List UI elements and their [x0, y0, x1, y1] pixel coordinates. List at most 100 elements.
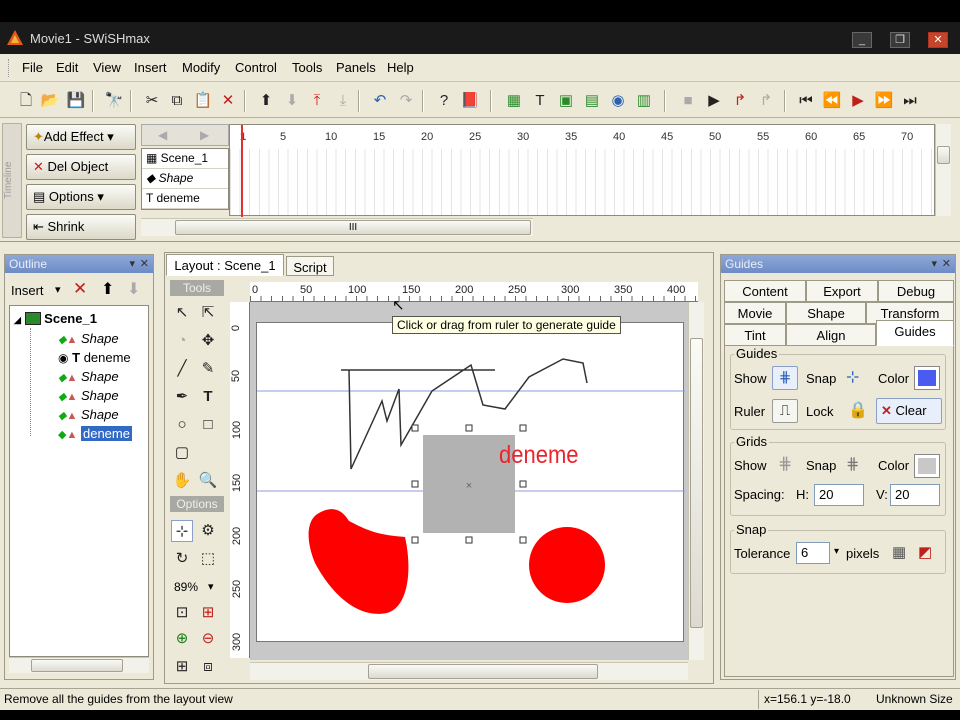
guide-color-swatch[interactable]	[914, 366, 940, 390]
close-panel-icon[interactable]: ✕	[140, 257, 149, 270]
menu-edit[interactable]: Edit	[56, 60, 78, 75]
tab-content[interactable]: Content	[724, 280, 806, 302]
select-tool-icon[interactable]: ↖	[171, 302, 193, 324]
menu-tools[interactable]: Tools	[292, 60, 322, 75]
panel-menu-icon[interactable]: ▾	[129, 257, 135, 270]
open-folder-icon[interactable]: 📂	[40, 91, 60, 111]
last-frame-icon[interactable]: ⏭	[900, 91, 920, 111]
zoom-level[interactable]: 89%	[174, 580, 198, 594]
next-frame-icon[interactable]: ⏩	[874, 91, 894, 111]
move-down-icon[interactable]: ⬇	[127, 279, 140, 299]
zoom-chevron-icon[interactable]: ▾	[208, 580, 214, 593]
spacing-v-input[interactable]: 20	[890, 484, 940, 506]
paste-icon[interactable]: 📋	[193, 91, 213, 111]
snap-grid-icon[interactable]: ⋕	[846, 454, 859, 474]
zoom-in-icon[interactable]: ⊕	[171, 628, 193, 650]
play-scene-icon[interactable]: ↱	[756, 91, 776, 111]
insert-chevron-icon[interactable]: ▾	[55, 283, 61, 296]
outline-hscroll[interactable]	[9, 657, 149, 673]
tolerance-input[interactable]: 6	[796, 542, 830, 564]
timeline-frames[interactable]: 1 5 10 15 20 25 30 35 40 45 50 55 60 65 …	[229, 124, 935, 217]
tab-guides[interactable]: Guides	[876, 320, 954, 346]
close-window-button[interactable]: ✕	[928, 32, 948, 48]
stop-icon[interactable]: ■	[678, 91, 698, 111]
undo-icon[interactable]: ↶	[370, 91, 390, 111]
rectangle-tool-icon[interactable]: □	[197, 414, 219, 436]
layout-vscroll[interactable]	[688, 302, 704, 660]
snap-pixel-icon[interactable]: ▦	[892, 543, 906, 561]
pen-tool-icon[interactable]: ✒	[171, 386, 193, 408]
restore-button[interactable]: ❐	[890, 32, 910, 48]
menu-help[interactable]: Help	[387, 60, 414, 75]
menu-control[interactable]: Control	[235, 60, 277, 75]
menu-modify[interactable]: Modify	[182, 60, 220, 75]
tab-shape[interactable]: Shape	[786, 302, 866, 324]
timeline-vscroll[interactable]	[935, 124, 951, 216]
snap-guides-icon[interactable]: ⊹	[846, 367, 859, 387]
cut-icon[interactable]: ✂	[142, 91, 162, 111]
find-icon[interactable]: 🔭	[104, 91, 124, 111]
menu-insert[interactable]: Insert	[134, 60, 167, 75]
tab-tint[interactable]: Tint	[724, 324, 786, 346]
text-object-deneme[interactable]: deneme	[499, 441, 579, 470]
vertical-ruler[interactable]: 0 50 100 150 200 250 300	[230, 302, 250, 658]
snap-object-icon[interactable]: ◩	[918, 543, 932, 561]
tab-movie[interactable]: Movie	[724, 302, 786, 324]
menu-panels[interactable]: Panels	[336, 60, 376, 75]
send-backward-icon[interactable]: ⬇	[282, 91, 302, 111]
minimize-button[interactable]: _	[852, 32, 872, 48]
layout-hscroll[interactable]	[250, 662, 688, 680]
tree-item[interactable]: ◉ T deneme	[58, 348, 131, 367]
horizontal-ruler[interactable]: 0 50 100 150 200 250 300 350 400	[250, 282, 698, 302]
tab-align[interactable]: Align	[786, 324, 876, 346]
play-icon[interactable]: ▶	[704, 91, 724, 111]
menu-view[interactable]: View	[93, 60, 121, 75]
delete-icon[interactable]: ✕	[218, 91, 238, 111]
show-guides-toggle[interactable]: ⋕	[772, 366, 798, 390]
insert-scene-icon[interactable]: ▦	[504, 91, 524, 111]
insert-image-icon[interactable]: ▣	[556, 91, 576, 111]
new-file-icon[interactable]: 🗋	[16, 91, 36, 111]
pencil-tool-icon[interactable]: ✎	[197, 358, 219, 380]
tree-item-selected[interactable]: ◆▲ deneme	[58, 424, 132, 443]
prev-frame-icon[interactable]: ⏪	[822, 91, 842, 111]
timeline-forward-icon[interactable]: ▶	[200, 128, 209, 142]
rotate-icon[interactable]: ↻	[171, 548, 193, 570]
zoom-100-icon[interactable]: ⊞	[197, 602, 219, 624]
motion-path-icon[interactable]: ✥	[197, 330, 219, 352]
copy-icon[interactable]: ⧉	[167, 91, 187, 111]
play-effect-icon[interactable]: ↱	[730, 91, 750, 111]
context-help-icon[interactable]: ?	[434, 91, 454, 111]
timeline-hscroll[interactable]: III	[141, 218, 533, 236]
panel-menu-icon[interactable]: ▾	[931, 257, 937, 270]
lock-guides-icon[interactable]: 🔒	[848, 400, 868, 420]
timeline-layer[interactable]: ▦ Scene_1	[142, 149, 228, 169]
del-object-button[interactable]: ✕ Del Object	[26, 154, 136, 180]
redo-icon[interactable]: ↷	[396, 91, 416, 111]
snap-object-icon[interactable]: ⚙	[197, 520, 219, 542]
collapse-icon[interactable]: ◢	[14, 315, 21, 325]
playhead[interactable]	[241, 125, 243, 217]
timeline-back-icon[interactable]: ◀	[158, 128, 167, 142]
timeline-layer[interactable]: T deneme	[142, 189, 228, 209]
tree-item[interactable]: ◆▲ Shape	[58, 329, 119, 348]
move-up-icon[interactable]: ⬆	[101, 279, 114, 299]
line-tool-icon[interactable]: ╱	[171, 358, 193, 380]
timeline-layer[interactable]: ◆ Shape	[142, 169, 228, 189]
stage-canvas[interactable]: × deneme	[256, 322, 685, 642]
first-frame-icon[interactable]: ⏮	[796, 91, 816, 111]
tab-layout[interactable]: Layout : Scene_1	[166, 254, 284, 276]
ruler-toggle[interactable]: ⎍	[772, 399, 798, 423]
tolerance-chevron-icon[interactable]: ▾	[834, 546, 839, 557]
snap-grid-icon[interactable]: ⊹	[171, 520, 193, 542]
guides-icon[interactable]: ⧈	[197, 656, 219, 678]
reshape-tool-icon[interactable]: ◔	[171, 330, 193, 352]
help-book-icon[interactable]: 📕	[460, 91, 480, 111]
clear-guides-button[interactable]: ✕ Clear	[876, 398, 942, 424]
grid-icon[interactable]: ⊞	[171, 656, 193, 678]
outline-insert-dropdown[interactable]: Insert	[11, 283, 44, 298]
tree-item[interactable]: ◆▲ Shape	[58, 405, 119, 424]
zoom-tool-icon[interactable]: 🔍	[197, 470, 219, 492]
hand-tool-icon[interactable]: ✋	[171, 470, 193, 492]
tab-debug[interactable]: Debug	[878, 280, 954, 302]
